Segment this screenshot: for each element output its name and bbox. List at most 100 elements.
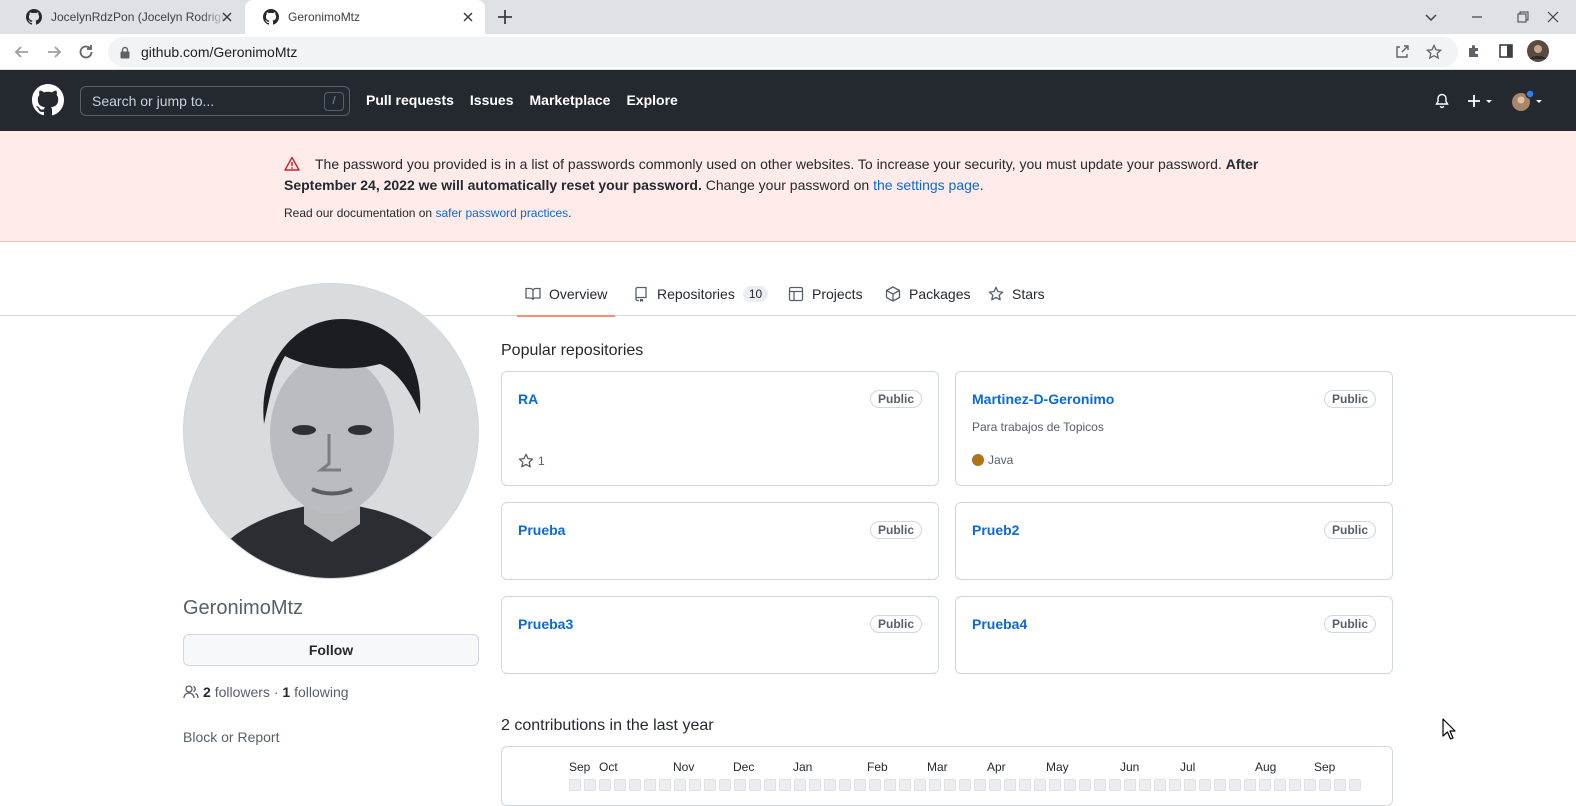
contribution-day-cell[interactable] (614, 779, 626, 791)
contribution-day-cell[interactable] (899, 779, 911, 791)
lock-icon[interactable] (119, 46, 131, 59)
followers-link[interactable]: 2 followers (203, 684, 270, 700)
contribution-day-cell[interactable] (854, 779, 866, 791)
close-tab-icon[interactable] (220, 10, 234, 24)
contribution-day-cell[interactable] (824, 779, 836, 791)
contribution-day-cell[interactable] (629, 779, 641, 791)
share-icon[interactable] (1394, 44, 1410, 60)
contribution-day-cell[interactable] (944, 779, 956, 791)
nav-marketplace[interactable]: Marketplace (530, 92, 611, 108)
contribution-day-cell[interactable] (989, 779, 1001, 791)
repo-link[interactable]: Prueb2 (972, 522, 1019, 538)
extensions-puzzle-icon[interactable] (1466, 43, 1482, 59)
close-window-icon[interactable] (1530, 0, 1576, 34)
contribution-day-cell[interactable] (569, 779, 581, 791)
contribution-day-cell[interactable] (704, 779, 716, 791)
settings-page-link[interactable]: the settings page (873, 177, 980, 193)
contribution-day-cell[interactable] (794, 779, 806, 791)
contribution-day-cell[interactable] (1229, 779, 1241, 791)
repo-link[interactable]: Prueba3 (518, 616, 573, 632)
contribution-day-cell[interactable] (734, 779, 746, 791)
repo-stars[interactable]: 1 (518, 453, 545, 469)
contribution-day-cell[interactable] (839, 779, 851, 791)
contribution-day-cell[interactable] (1139, 779, 1151, 791)
contribution-day-cell[interactable] (1349, 779, 1361, 791)
contribution-day-cell[interactable] (584, 779, 596, 791)
contribution-day-cell[interactable] (1034, 779, 1046, 791)
contribution-day-cell[interactable] (884, 779, 896, 791)
nav-issues[interactable]: Issues (470, 92, 514, 108)
contribution-day-cell[interactable] (1094, 779, 1106, 791)
side-panel-icon[interactable] (1498, 43, 1514, 59)
contribution-day-cell[interactable] (1169, 779, 1181, 791)
browser-tab-geronimo[interactable]: GeronimoMtz (245, 0, 485, 34)
safer-password-practices-link[interactable]: safer password practices (435, 206, 568, 220)
contribution-day-cell[interactable] (1334, 779, 1346, 791)
contribution-day-cell[interactable] (644, 779, 656, 791)
create-new-plus-icon[interactable] (1467, 70, 1495, 131)
contribution-day-cell[interactable] (1244, 779, 1256, 791)
tab-projects[interactable]: Projects (788, 272, 863, 316)
profile-avatar-icon[interactable] (1527, 40, 1549, 62)
global-search-input[interactable]: Search or jump to... / (80, 86, 350, 116)
notifications-bell-icon[interactable] (1434, 70, 1450, 131)
contribution-day-cell[interactable] (689, 779, 701, 791)
github-logo-icon[interactable] (32, 84, 64, 116)
reload-icon[interactable] (76, 42, 96, 62)
contribution-day-cell[interactable] (1049, 779, 1061, 791)
follow-button[interactable]: Follow (183, 634, 479, 666)
tab-repositories[interactable]: Repositories 10 (633, 272, 769, 316)
tab-packages[interactable]: Packages (885, 272, 970, 316)
contribution-day-cell[interactable] (719, 779, 731, 791)
contribution-day-cell[interactable] (1154, 779, 1166, 791)
forward-arrow-icon[interactable] (44, 42, 64, 62)
contribution-day-cell[interactable] (764, 779, 776, 791)
contribution-day-cell[interactable] (1124, 779, 1136, 791)
contribution-day-cell[interactable] (599, 779, 611, 791)
contribution-day-cell[interactable] (1064, 779, 1076, 791)
repo-link[interactable]: Prueba (518, 522, 565, 538)
nav-pull-requests[interactable]: Pull requests (366, 92, 454, 108)
contribution-day-cell[interactable] (1184, 779, 1196, 791)
minimize-icon[interactable] (1454, 0, 1500, 34)
url-text[interactable]: github.com/GeronimoMtz (141, 44, 297, 60)
contribution-day-cell[interactable] (1079, 779, 1091, 791)
contribution-day-cell[interactable] (914, 779, 926, 791)
user-menu-avatar-icon[interactable] (1510, 70, 1544, 131)
omnibox[interactable]: github.com/GeronimoMtz (108, 37, 1458, 67)
block-or-report-link[interactable]: Block or Report (183, 729, 279, 745)
contribution-day-cell[interactable] (1109, 779, 1121, 791)
nav-explore[interactable]: Explore (626, 92, 677, 108)
contribution-day-cell[interactable] (1319, 779, 1331, 791)
back-arrow-icon[interactable] (12, 42, 32, 62)
contribution-day-cell[interactable] (974, 779, 986, 791)
contribution-day-cell[interactable] (929, 779, 941, 791)
profile-avatar[interactable] (183, 283, 479, 579)
contribution-day-cell[interactable] (869, 779, 881, 791)
contribution-day-cell[interactable] (674, 779, 686, 791)
browser-tab-jocelyn[interactable]: JocelynRdzPon (Jocelyn Rodriguez Ponce) (8, 0, 244, 34)
bookmark-star-icon[interactable] (1426, 44, 1442, 60)
contribution-day-cell[interactable] (659, 779, 671, 791)
contribution-day-cell[interactable] (1004, 779, 1016, 791)
repo-link[interactable]: Martinez-D-Geronimo (972, 391, 1114, 407)
contribution-day-cell[interactable] (779, 779, 791, 791)
contribution-day-cell[interactable] (809, 779, 821, 791)
contribution-day-cell[interactable] (1259, 779, 1271, 791)
contribution-day-cell[interactable] (959, 779, 971, 791)
contribution-day-cell[interactable] (1019, 779, 1031, 791)
contribution-day-cell[interactable] (1274, 779, 1286, 791)
contribution-day-cell[interactable] (1304, 779, 1316, 791)
contribution-day-cell[interactable] (1289, 779, 1301, 791)
following-link[interactable]: 1 following (282, 684, 348, 700)
repo-link[interactable]: RA (518, 391, 538, 407)
new-tab-icon[interactable] (496, 8, 514, 26)
tab-stars[interactable]: Stars (988, 272, 1045, 316)
contribution-day-cell[interactable] (1214, 779, 1226, 791)
close-tab-icon[interactable] (461, 10, 475, 24)
contribution-day-cell[interactable] (749, 779, 761, 791)
tab-overview[interactable]: Overview (516, 272, 616, 317)
tab-search-chevron-down-icon[interactable] (1408, 0, 1454, 34)
repo-link[interactable]: Prueba4 (972, 616, 1027, 632)
contribution-day-cell[interactable] (1199, 779, 1211, 791)
